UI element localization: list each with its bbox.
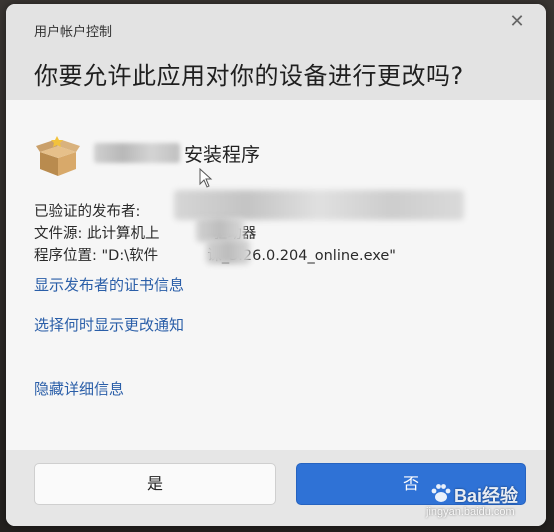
program-name-suffix: 安装程序 bbox=[184, 143, 261, 166]
close-button[interactable]: ✕ bbox=[506, 11, 528, 33]
dialog-question: 你要允许此应用对你的设备进行更改吗? bbox=[34, 62, 464, 90]
redacted-origin bbox=[196, 218, 244, 242]
origin-label: 文件源: bbox=[34, 226, 83, 242]
dialog-app-label: 用户帐户控制 bbox=[34, 25, 113, 40]
redacted-publisher bbox=[174, 190, 464, 220]
hide-details-link[interactable]: 隐藏详细信息 bbox=[34, 378, 124, 399]
watermark-brand: Bai经验 bbox=[454, 486, 519, 506]
uac-dialog: 用户帐户控制 ✕ 你要允许此应用对你的设备进行更改吗? 安装程序 已验证的发布者… bbox=[6, 4, 546, 526]
show-certificate-link[interactable]: 显示发布者的证书信息 bbox=[34, 274, 184, 295]
screen-background: 用户帐户控制 ✕ 你要允许此应用对你的设备进行更改吗? 安装程序 已验证的发布者… bbox=[0, 0, 554, 532]
publisher-line: 已验证的发布者: bbox=[34, 200, 140, 221]
redacted-location bbox=[206, 240, 250, 264]
close-icon: ✕ bbox=[509, 11, 525, 32]
location-label: 程序位置: bbox=[34, 248, 97, 264]
package-box-icon bbox=[36, 136, 80, 176]
paw-icon bbox=[431, 484, 451, 502]
mouse-cursor-icon bbox=[199, 168, 213, 188]
change-notification-link[interactable]: 选择何时显示更改通知 bbox=[34, 314, 184, 335]
publisher-label: 已验证的发布者: bbox=[34, 204, 141, 220]
yes-button[interactable]: 是 bbox=[34, 463, 276, 505]
dialog-header: 用户帐户控制 ✕ 你要允许此应用对你的设备进行更改吗? bbox=[6, 4, 546, 100]
baidu-jingyan-watermark: Bai经验 jingyan.baidu.com bbox=[420, 478, 540, 522]
redacted-program-name bbox=[94, 143, 180, 163]
watermark-url: jingyan.baidu.com bbox=[426, 506, 515, 518]
origin-value-start: 此计算机上 bbox=[87, 226, 160, 242]
program-name-row: 安装程序 bbox=[94, 140, 260, 166]
location-value-start: "D:\软件 bbox=[101, 248, 159, 264]
